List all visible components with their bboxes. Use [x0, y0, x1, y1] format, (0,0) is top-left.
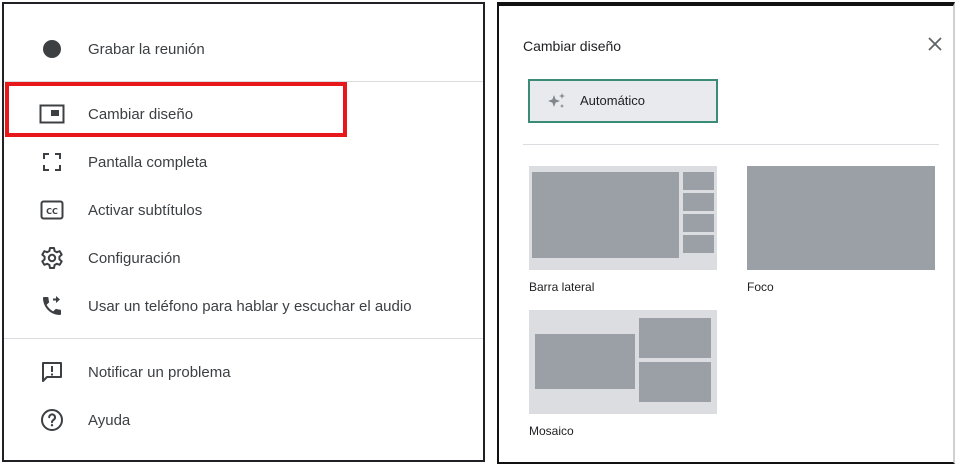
preview-main-tile [747, 166, 935, 270]
layout-option-tiled[interactable]: Mosaico [529, 310, 719, 440]
preview-tile [639, 318, 711, 358]
layout-option-label: Barra lateral [529, 280, 595, 294]
layout-option-label: Mosaico [529, 424, 574, 438]
menu-divider [4, 81, 483, 82]
menu-item-help[interactable]: Ayuda [4, 398, 483, 442]
change-layout-dialog: Cambiar diseño Automático Barra lateral [497, 2, 955, 464]
closed-captions-icon: CC [38, 196, 66, 224]
preview-tile [639, 362, 711, 402]
menu-item-phone-audio[interactable]: Usar un teléfono para hablar y escuchar … [4, 284, 483, 328]
menu-divider [4, 338, 483, 339]
menu-item-label: Cambiar diseño [88, 105, 194, 123]
svg-text:CC: CC [46, 207, 58, 216]
record-dot-icon [38, 35, 66, 63]
menu-item-settings[interactable]: Configuración [4, 236, 483, 280]
preview-side-tile [683, 214, 714, 232]
dialog-title: Cambiar diseño [523, 38, 622, 54]
help-icon [38, 406, 66, 434]
layout-icon [38, 100, 66, 128]
spotlight-layout-preview [747, 166, 935, 270]
menu-item-label: Activar subtítulos [88, 201, 203, 219]
menu-item-captions[interactable]: CC Activar subtítulos [4, 188, 483, 232]
menu-item-report-problem[interactable]: Notificar un problema [4, 350, 483, 394]
layout-option-spotlight[interactable]: Foco [747, 166, 937, 296]
feedback-icon [38, 358, 66, 386]
menu-item-label: Usar un teléfono para hablar y escuchar … [88, 297, 412, 315]
tiled-layout-preview [529, 310, 717, 414]
menu-item-label: Notificar un problema [88, 363, 231, 381]
preview-side-tile [683, 193, 714, 211]
layout-option-label: Foco [747, 280, 774, 294]
layout-option-sidebar[interactable]: Barra lateral [529, 166, 719, 296]
layout-option-label: Automático [580, 93, 646, 108]
phone-forward-icon [38, 292, 66, 320]
preview-tile [535, 334, 635, 389]
fullscreen-icon [38, 148, 66, 176]
menu-item-label: Grabar la reunión [88, 40, 205, 58]
dialog-divider [523, 144, 939, 145]
menu-item-change-layout[interactable]: Cambiar diseño [4, 92, 483, 136]
menu-item-label: Configuración [88, 249, 181, 267]
close-icon [928, 36, 942, 56]
menu-item-record[interactable]: Grabar la reunión [4, 27, 483, 71]
preview-side-tile [683, 235, 714, 253]
menu-item-label: Ayuda [88, 411, 131, 429]
menu-item-fullscreen[interactable]: Pantalla completa [4, 140, 483, 184]
layout-option-auto[interactable]: Automático [528, 79, 718, 123]
preview-main-tile [532, 172, 679, 258]
more-options-menu: Grabar la reunión Cambiar diseño Pantall… [2, 2, 485, 462]
sidebar-layout-preview [529, 166, 717, 270]
preview-side-tile [683, 172, 714, 190]
gear-icon [38, 244, 66, 272]
sparkle-icon [546, 91, 568, 113]
close-button[interactable] [925, 36, 945, 56]
menu-item-label: Pantalla completa [88, 153, 208, 171]
